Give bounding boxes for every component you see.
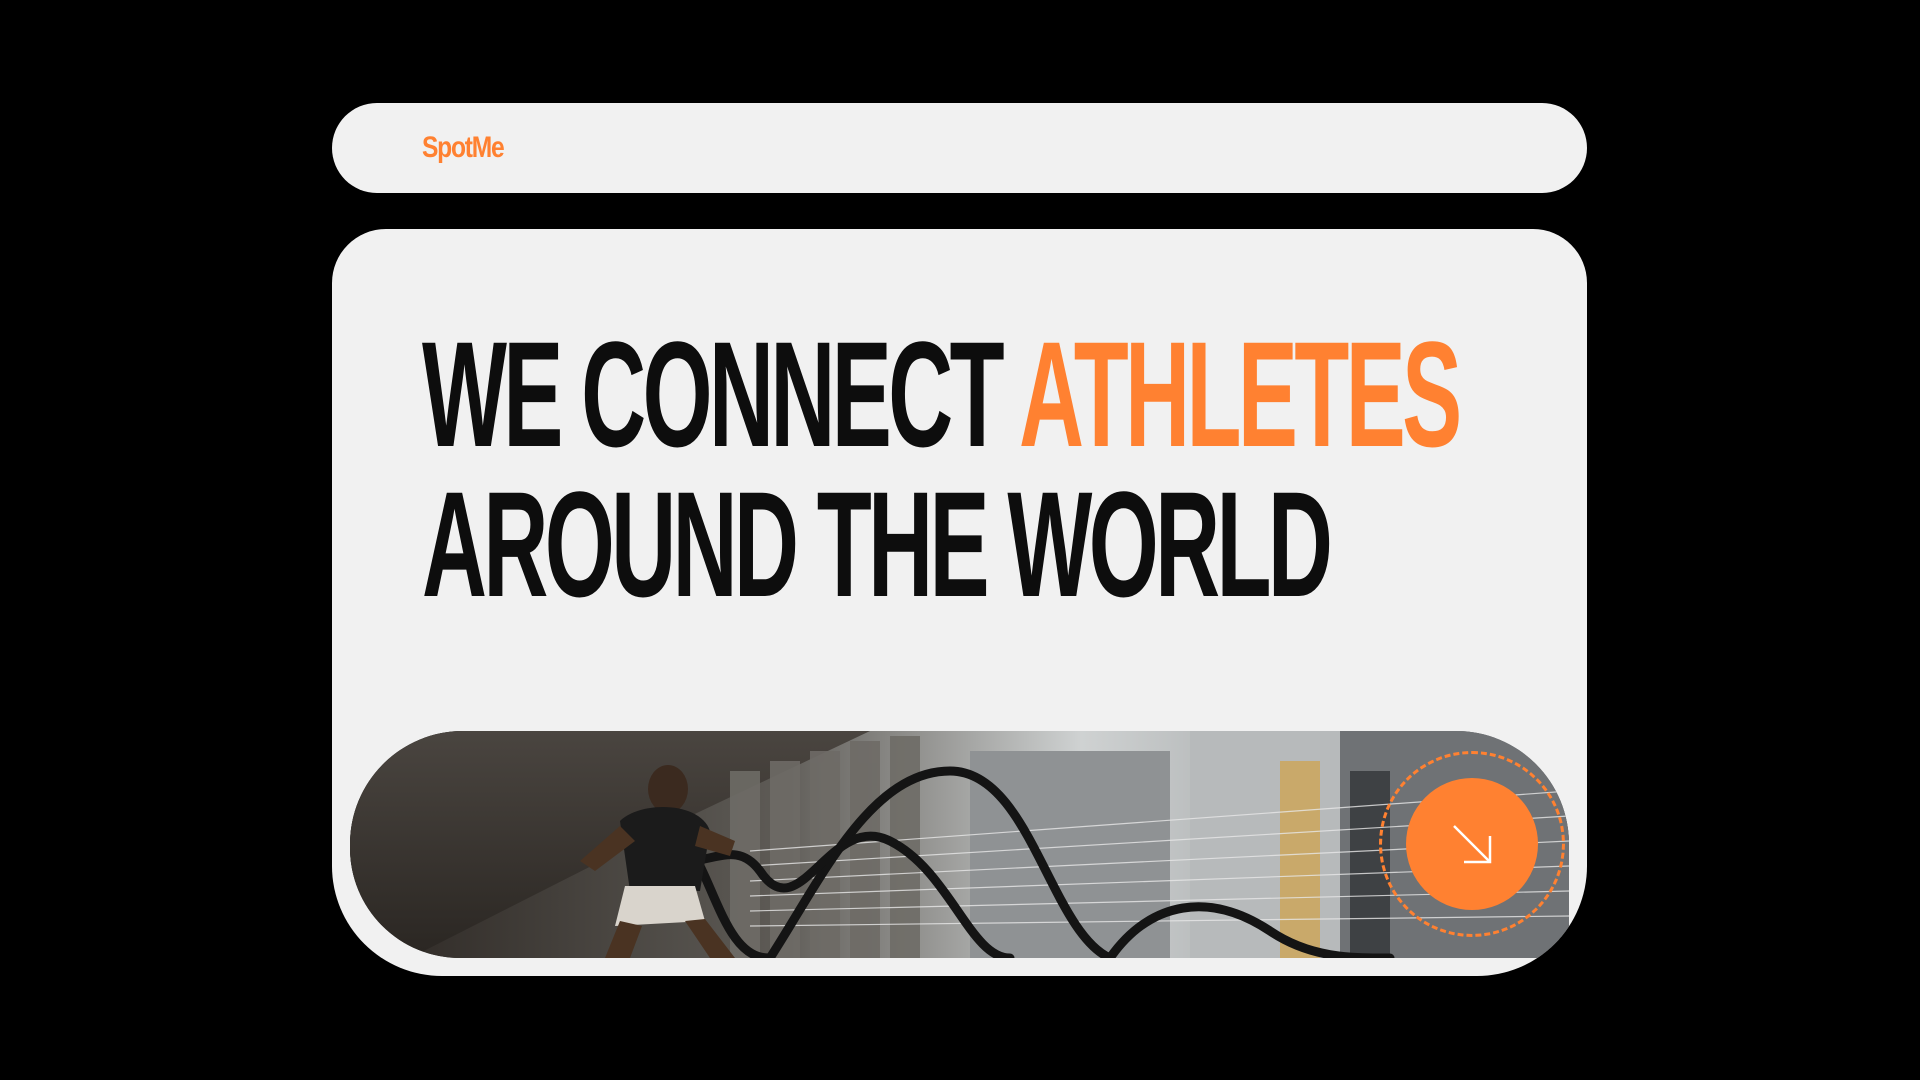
hero-image-panel xyxy=(350,731,1569,958)
arrow-down-right-icon xyxy=(1453,825,1492,864)
scroll-down-button[interactable] xyxy=(1406,778,1538,910)
headline-accent: ATHLETES xyxy=(1019,310,1462,478)
headline-prefix: WE CONNECT xyxy=(422,310,1020,478)
hero-card: WE CONNECT ATHLETES AROUND THE WORLD xyxy=(332,229,1587,976)
top-navbar: SpotMe xyxy=(332,103,1587,193)
brand-logo[interactable]: SpotMe xyxy=(422,131,505,165)
headline-line-1: WE CONNECT ATHLETES xyxy=(422,319,1462,469)
hero-headline: WE CONNECT ATHLETES AROUND THE WORLD xyxy=(422,319,1462,628)
headline-line-2: AROUND THE WORLD xyxy=(422,460,1333,628)
